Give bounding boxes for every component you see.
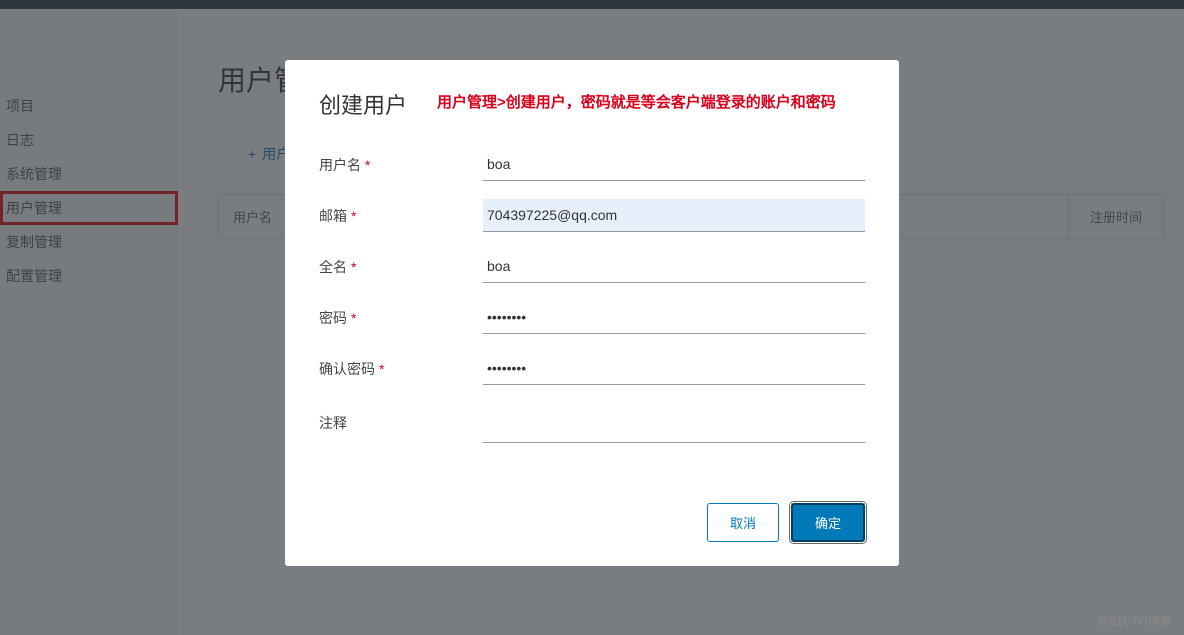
modal-footer: 取消 确定 bbox=[319, 503, 865, 542]
row-email: 邮箱* bbox=[319, 199, 865, 232]
annotation-text: 用户管理>创建用户，密码就是等会客户端登录的账户和密码 bbox=[437, 88, 836, 116]
password-input[interactable] bbox=[483, 301, 865, 334]
label-fullname: 全名* bbox=[319, 257, 483, 277]
fullname-input[interactable] bbox=[483, 250, 865, 283]
row-username: 用户名* bbox=[319, 148, 865, 181]
row-confirm: 确认密码* bbox=[319, 352, 865, 385]
username-input[interactable] bbox=[483, 148, 865, 181]
watermark: @51CTO博客 bbox=[1097, 612, 1172, 629]
label-username: 用户名* bbox=[319, 155, 483, 175]
email-input[interactable] bbox=[483, 199, 865, 232]
modal-header: 创建用户 用户管理>创建用户，密码就是等会客户端登录的账户和密码 bbox=[319, 88, 865, 120]
cancel-button[interactable]: 取消 bbox=[707, 503, 779, 542]
create-user-modal: 创建用户 用户管理>创建用户，密码就是等会客户端登录的账户和密码 用户名* 邮箱… bbox=[285, 60, 899, 566]
required-marker: * bbox=[351, 208, 356, 224]
row-comment: 注释 bbox=[319, 403, 865, 443]
required-marker: * bbox=[365, 157, 370, 173]
label-confirm: 确认密码* bbox=[319, 359, 483, 379]
confirm-password-input[interactable] bbox=[483, 352, 865, 385]
row-password: 密码* bbox=[319, 301, 865, 334]
label-email: 邮箱* bbox=[319, 206, 483, 226]
label-password: 密码* bbox=[319, 308, 483, 328]
required-marker: * bbox=[379, 361, 384, 377]
modal-title: 创建用户 bbox=[319, 88, 407, 120]
modal-overlay: 创建用户 用户管理>创建用户，密码就是等会客户端登录的账户和密码 用户名* 邮箱… bbox=[0, 0, 1184, 635]
required-marker: * bbox=[351, 259, 356, 275]
row-fullname: 全名* bbox=[319, 250, 865, 283]
comment-input[interactable] bbox=[483, 403, 865, 443]
required-marker: * bbox=[351, 310, 356, 326]
label-comment: 注释 bbox=[319, 413, 483, 433]
ok-button[interactable]: 确定 bbox=[791, 503, 865, 542]
